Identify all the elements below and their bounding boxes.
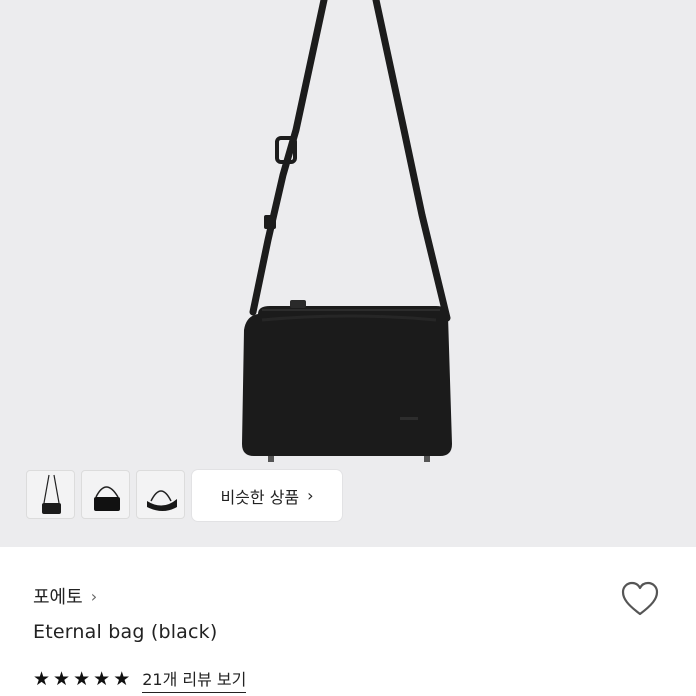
thumbnail-2[interactable]: [81, 470, 130, 519]
star-filled-icon: ★: [113, 668, 131, 690]
bag-illustration: [242, 0, 452, 462]
similar-products-button[interactable]: 비슷한 상품 ›: [192, 470, 342, 521]
similar-products-label: 비슷한 상품: [220, 487, 300, 507]
bag-thumbnail-icon: [94, 486, 120, 511]
bag-thumbnail-icon: [42, 474, 61, 514]
chevron-right-icon: ›: [90, 586, 98, 606]
brand-link[interactable]: 포에토 ›: [33, 583, 97, 609]
product-title: Eternal bag (black): [33, 621, 218, 643]
bag-thumbnail-icon: [147, 490, 177, 511]
star-filled-icon: ★: [93, 668, 111, 690]
thumbnail-3[interactable]: [136, 470, 185, 519]
rating-row: ★ ★ ★ ★ ★ 21개 리뷰 보기: [33, 666, 247, 693]
star-filled-icon: ★: [33, 668, 51, 690]
star-filled-icon: ★: [73, 668, 91, 690]
review-count-link[interactable]: 21개 리뷰 보기: [142, 666, 247, 693]
brand-name: 포에토: [33, 587, 83, 608]
thumbnail-1[interactable]: [26, 470, 75, 519]
product-hero-image[interactable]: [0, 0, 696, 547]
thumbnail-strip: [26, 470, 185, 519]
chevron-right-icon: ›: [307, 486, 314, 505]
star-filled-icon: ★: [53, 668, 71, 690]
heart-outline-icon[interactable]: [620, 580, 660, 618]
star-rating: ★ ★ ★ ★ ★: [33, 670, 130, 689]
